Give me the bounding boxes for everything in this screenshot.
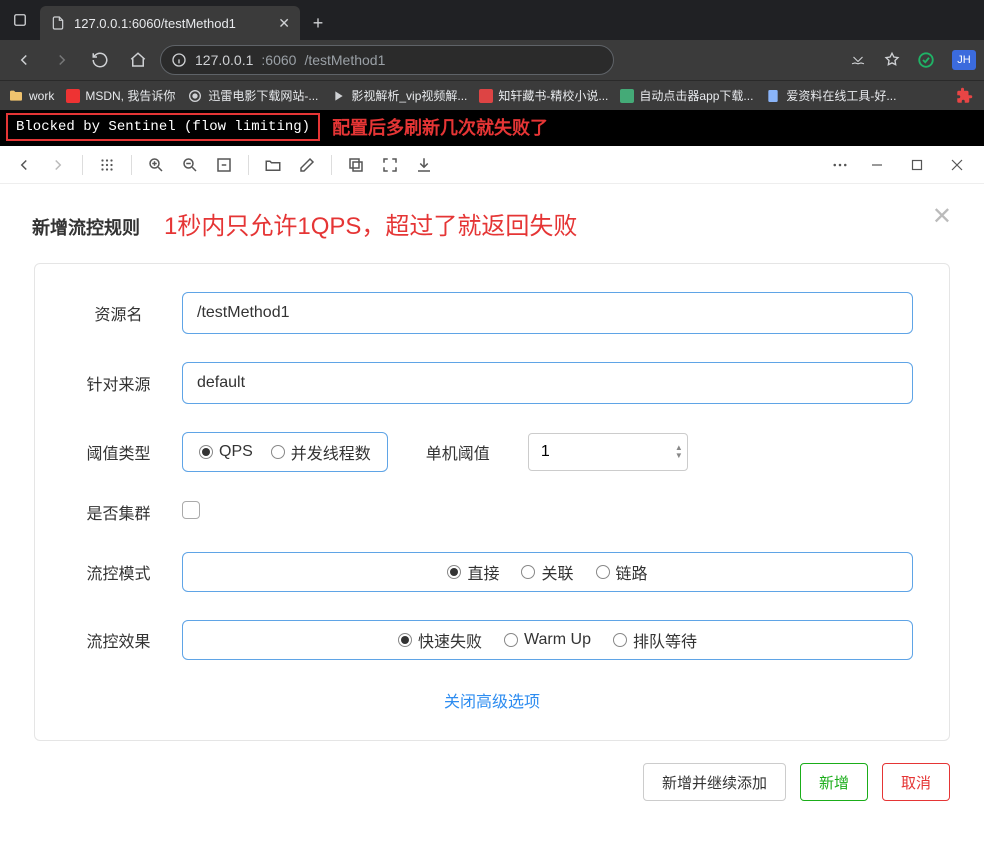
- browser-tab[interactable]: 127.0.0.1:6060/testMethod1 ✕: [40, 6, 300, 40]
- new-tab-button[interactable]: +: [304, 9, 332, 37]
- radio-mode-relate[interactable]: 关联: [521, 560, 573, 584]
- radio-mode-direct[interactable]: 直接: [447, 560, 499, 584]
- page-body: Blocked by Sentinel (flow limiting) 配置后多…: [0, 110, 984, 146]
- bookmark-item[interactable]: 知轩藏书-精校小说...: [479, 87, 608, 104]
- window-maximize-button[interactable]: [900, 151, 934, 179]
- refresh-annotation: 配置后多刷新几次就失败了: [332, 114, 548, 140]
- viewer-edit-icon[interactable]: [293, 151, 321, 179]
- cancel-button[interactable]: 取消: [882, 763, 950, 801]
- bookmark-item[interactable]: 影视解析_vip视频解...: [330, 87, 467, 104]
- threshold-stepper[interactable]: 1 ▲▼: [528, 433, 688, 471]
- site-icon: [187, 88, 203, 104]
- viewer-back-button[interactable]: [10, 151, 38, 179]
- window-close-button[interactable]: [940, 151, 974, 179]
- radio-mode-chain[interactable]: 链路: [596, 560, 648, 584]
- effect-group: 快速失败 Warm Up 排队等待: [182, 620, 913, 660]
- nav-back-button[interactable]: [8, 44, 40, 76]
- download-check-icon[interactable]: [912, 46, 940, 74]
- bookmark-item[interactable]: 迅雷电影下载网站-...: [187, 87, 318, 104]
- site-icon: [66, 89, 80, 103]
- threshold-value: 1: [541, 443, 675, 461]
- sentinel-message: Blocked by Sentinel (flow limiting): [6, 113, 320, 141]
- profile-avatar[interactable]: JH: [952, 50, 976, 70]
- modal-title: 新增流控规则: [32, 214, 140, 240]
- favorite-icon[interactable]: [878, 46, 906, 74]
- viewer-more-icon[interactable]: [826, 151, 854, 179]
- stepper-down-icon[interactable]: ▼: [675, 452, 683, 460]
- flow-rule-form: 资源名 针对来源 阈值类型 QPS 并发线程数 单机阈值 1 ▲▼ 是否集群: [34, 263, 950, 741]
- radio-qps[interactable]: QPS: [199, 443, 253, 461]
- bookmark-item[interactable]: 自动点击器app下载...: [620, 87, 753, 104]
- url-path: /testMethod1: [304, 52, 385, 68]
- label-mode: 流控模式: [71, 560, 166, 584]
- threshold-type-group: QPS 并发线程数: [182, 432, 388, 472]
- viewer-copy-icon[interactable]: [342, 151, 370, 179]
- viewer-zoom-in-icon[interactable]: [142, 151, 170, 179]
- mode-group: 直接 关联 链路: [182, 552, 913, 592]
- toggle-advanced-link[interactable]: 关闭高级选项: [71, 688, 913, 712]
- label-effect: 流控效果: [71, 628, 166, 652]
- label-cluster: 是否集群: [71, 500, 166, 524]
- site-icon: [479, 89, 493, 103]
- viewer-download-icon[interactable]: [410, 151, 438, 179]
- extensions-icon[interactable]: [952, 84, 976, 108]
- modal-footer: 新增并继续添加 新增 取消: [0, 741, 984, 801]
- image-viewer-window: 新增流控规则 1秒内只允许1QPS，超过了就返回失败 ✕ 资源名 针对来源 阈值…: [0, 146, 984, 862]
- bookmark-item[interactable]: work: [8, 88, 54, 104]
- resource-input[interactable]: [182, 292, 913, 334]
- add-button[interactable]: 新增: [800, 763, 868, 801]
- modal-header: 新增流控规则 1秒内只允许1QPS，超过了就返回失败 ✕: [0, 184, 984, 251]
- viewer-toolbar: [0, 146, 984, 184]
- page-favicon-icon: [50, 15, 66, 31]
- radio-effect-warmup[interactable]: Warm Up: [504, 631, 591, 649]
- read-aloud-icon[interactable]: [844, 46, 872, 74]
- bookmark-item[interactable]: 爱资料在线工具-好...: [765, 87, 896, 104]
- modal-annotation: 1秒内只允许1QPS，超过了就返回失败: [164, 206, 577, 241]
- viewer-zoom-out-icon[interactable]: [176, 151, 204, 179]
- radio-thread[interactable]: 并发线程数: [271, 440, 371, 464]
- modal-close-icon[interactable]: ✕: [932, 202, 952, 231]
- source-input[interactable]: [182, 362, 913, 404]
- label-threshold-type: 阈值类型: [71, 440, 166, 464]
- browser-address-bar: 127.0.0.1 :6060/testMethod1 JH: [0, 40, 984, 80]
- site-icon: [330, 88, 346, 104]
- radio-effect-fail[interactable]: 快速失败: [398, 628, 482, 652]
- viewer-fullscreen-icon[interactable]: [376, 151, 404, 179]
- nav-home-button[interactable]: [122, 44, 154, 76]
- label-source: 针对来源: [71, 371, 166, 395]
- site-icon: [620, 89, 634, 103]
- tab-title: 127.0.0.1:6060/testMethod1: [74, 16, 270, 31]
- viewer-grid-icon[interactable]: [93, 151, 121, 179]
- site-icon: [765, 88, 781, 104]
- tab-close-icon[interactable]: ✕: [278, 15, 290, 32]
- label-resource: 资源名: [71, 301, 166, 325]
- viewer-forward-button[interactable]: [44, 151, 72, 179]
- viewer-folder-icon[interactable]: [259, 151, 287, 179]
- url-host: 127.0.0.1: [195, 52, 253, 68]
- radio-effect-queue[interactable]: 排队等待: [613, 628, 697, 652]
- url-port: :6060: [261, 52, 296, 68]
- tab-actions-icon[interactable]: [0, 0, 40, 40]
- viewer-fit-icon[interactable]: [210, 151, 238, 179]
- site-info-icon[interactable]: [171, 52, 187, 68]
- window-minimize-button[interactable]: [860, 151, 894, 179]
- browser-titlebar: 127.0.0.1:6060/testMethod1 ✕ +: [0, 0, 984, 40]
- add-continue-button[interactable]: 新增并继续添加: [643, 763, 786, 801]
- label-single-threshold: 单机阈值: [418, 440, 498, 464]
- url-input[interactable]: 127.0.0.1 :6060/testMethod1: [160, 45, 614, 75]
- cluster-checkbox[interactable]: [182, 501, 200, 519]
- nav-refresh-button[interactable]: [84, 44, 116, 76]
- bookmark-item[interactable]: MSDN, 我告诉你: [66, 87, 175, 104]
- nav-forward-button[interactable]: [46, 44, 78, 76]
- bookmarks-bar: work MSDN, 我告诉你 迅雷电影下载网站-... 影视解析_vip视频解…: [0, 80, 984, 110]
- folder-icon: [8, 88, 24, 104]
